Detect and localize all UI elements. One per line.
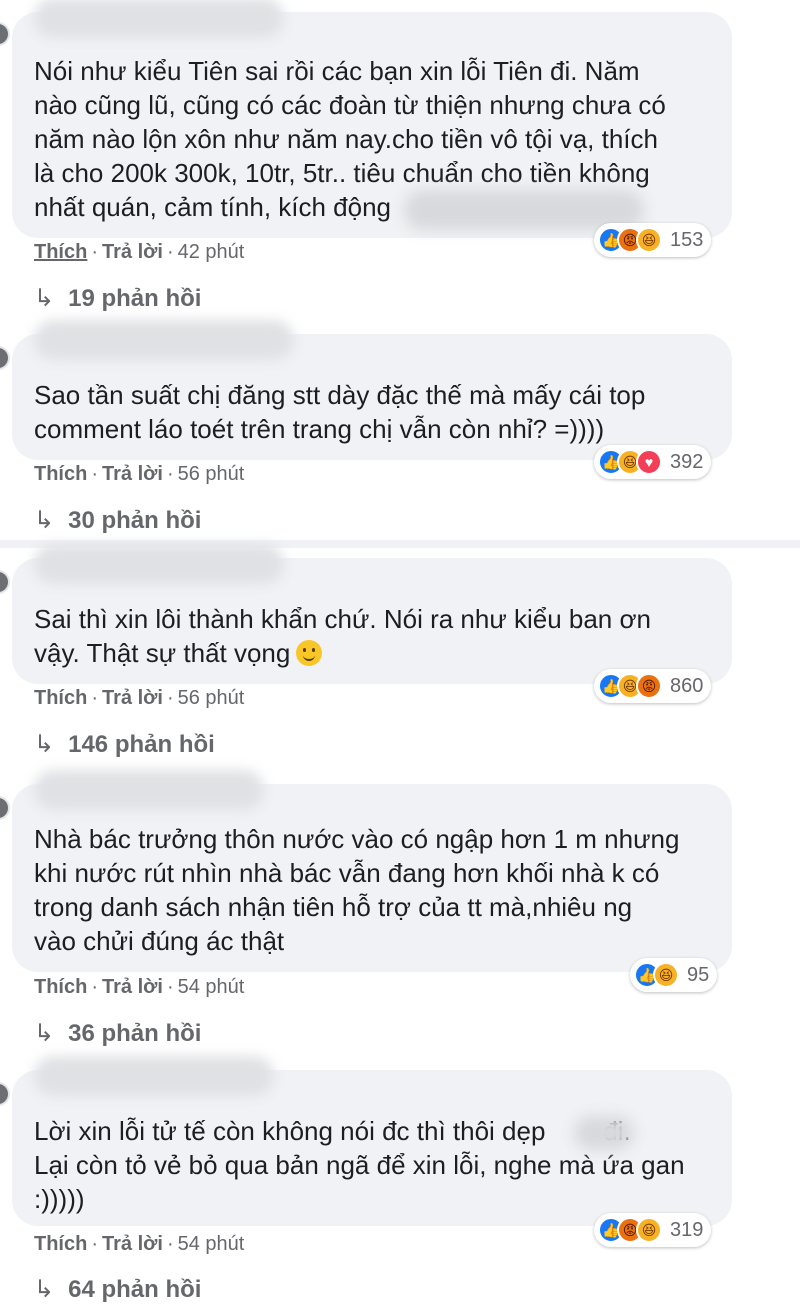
author-name-redacted[interactable] bbox=[34, 0, 284, 38]
view-replies-button[interactable]: ↳ 36 phản hồi bbox=[34, 1019, 201, 1048]
reaction-summary[interactable]: 👍 😡 😆 319 bbox=[594, 1213, 712, 1247]
like-button[interactable]: Thích bbox=[34, 687, 87, 709]
reaction-count: 392 bbox=[670, 450, 704, 473]
comment-actions: Thích · Trả lời · 54 phút bbox=[34, 976, 245, 998]
view-replies-button[interactable]: ↳ 19 phản hồi bbox=[34, 284, 201, 313]
replies-count: 19 phản hồi bbox=[68, 284, 202, 312]
haha-icon: 😆 bbox=[653, 962, 679, 988]
like-button[interactable]: Thích bbox=[34, 241, 87, 263]
reply-button[interactable]: Trả lời bbox=[102, 241, 163, 263]
reply-arrow-icon: ↳ bbox=[34, 731, 55, 758]
reply-arrow-icon: ↳ bbox=[34, 285, 55, 312]
comment-text-content: Sai thì xin lôi thành khẩn chứ. Nói ra n… bbox=[34, 604, 651, 668]
comment-actions: Thích · Trả lời · 54 phút bbox=[34, 1233, 245, 1255]
comment-bubble: Nhà bác trưởng thôn nước vào có ngập hơn… bbox=[12, 770, 732, 972]
author-name-redacted[interactable] bbox=[34, 1056, 274, 1096]
reaction-count: 319 bbox=[670, 1218, 704, 1241]
reply-button[interactable]: Trả lời bbox=[102, 687, 163, 709]
love-icon: ♥ bbox=[636, 449, 662, 475]
view-replies-button[interactable]: ↳ 30 phản hồi bbox=[34, 506, 201, 535]
view-replies-button[interactable]: ↳ 64 phản hồi bbox=[34, 1275, 201, 1304]
reply-button[interactable]: Trả lời bbox=[102, 976, 163, 998]
like-button[interactable]: Thích bbox=[34, 463, 87, 485]
timestamp[interactable]: 54 phút bbox=[178, 1233, 245, 1255]
comment-actions: Thích · Trả lời · 42 phút bbox=[34, 241, 245, 263]
angry-icon: 😡 bbox=[636, 673, 662, 699]
comment-bubble: Lời xin lỗi tử tế còn không nói đc thì t… bbox=[12, 1056, 732, 1226]
reply-arrow-icon: ↳ bbox=[34, 1020, 55, 1047]
comment-text: Sai thì xin lôi thành khẩn chứ. Nói ra n… bbox=[34, 602, 724, 670]
comment-bubble: Sai thì xin lôi thành khẩn chứ. Nói ra n… bbox=[12, 544, 732, 684]
comment-actions: Thích · Trả lời · 56 phút bbox=[34, 463, 245, 485]
replies-count: 30 phản hồi bbox=[68, 506, 202, 534]
reaction-summary[interactable]: 👍 😡 😆 153 bbox=[594, 223, 712, 257]
timestamp[interactable]: 42 phút bbox=[178, 241, 245, 263]
comment-bubble: Nói như kiểu Tiên sai rồi các bạn xin lỗ… bbox=[12, 0, 732, 238]
timestamp[interactable]: 54 phút bbox=[178, 976, 245, 998]
comment-bubble: Sao tần suất chị đăng stt dày đặc thế mà… bbox=[12, 320, 732, 460]
replies-count: 146 phản hồi bbox=[68, 730, 215, 758]
reply-button[interactable]: Trả lời bbox=[102, 1233, 163, 1255]
timestamp[interactable]: 56 phút bbox=[178, 687, 245, 709]
reaction-count: 860 bbox=[670, 674, 704, 697]
comment-text: Nhà bác trưởng thôn nước vào có ngập hơn… bbox=[34, 824, 680, 956]
author-name-redacted[interactable] bbox=[34, 544, 284, 584]
reply-arrow-icon: ↳ bbox=[34, 507, 55, 534]
comment-actions: Thích · Trả lời · 56 phút bbox=[34, 687, 245, 709]
replies-count: 64 phản hồi bbox=[68, 1275, 202, 1303]
reply-arrow-icon: ↳ bbox=[34, 1276, 55, 1303]
redacted-text bbox=[574, 1116, 634, 1150]
view-replies-button[interactable]: ↳ 146 phản hồi bbox=[34, 730, 215, 759]
reaction-count: 153 bbox=[670, 228, 704, 251]
like-button[interactable]: Thích bbox=[34, 976, 87, 998]
reaction-summary[interactable]: 👍 😆 😡 860 bbox=[594, 669, 712, 703]
haha-icon: 😆 bbox=[636, 1217, 662, 1243]
reaction-summary[interactable]: 👍 😆 95 bbox=[630, 958, 718, 992]
reply-button[interactable]: Trả lời bbox=[102, 463, 163, 485]
haha-icon: 😆 bbox=[636, 227, 662, 253]
smile-emoji-icon bbox=[296, 640, 323, 666]
timestamp[interactable]: 56 phút bbox=[178, 463, 245, 485]
replies-count: 36 phản hồi bbox=[68, 1019, 202, 1047]
reaction-summary[interactable]: 👍 😆 ♥ 392 bbox=[594, 445, 712, 479]
author-name-redacted[interactable] bbox=[34, 770, 264, 810]
author-name-redacted[interactable] bbox=[34, 320, 294, 360]
comment-text: Sao tần suất chị đăng stt dày đặc thế mà… bbox=[34, 380, 646, 444]
like-button[interactable]: Thích bbox=[34, 1233, 87, 1255]
reaction-count: 95 bbox=[687, 963, 710, 986]
